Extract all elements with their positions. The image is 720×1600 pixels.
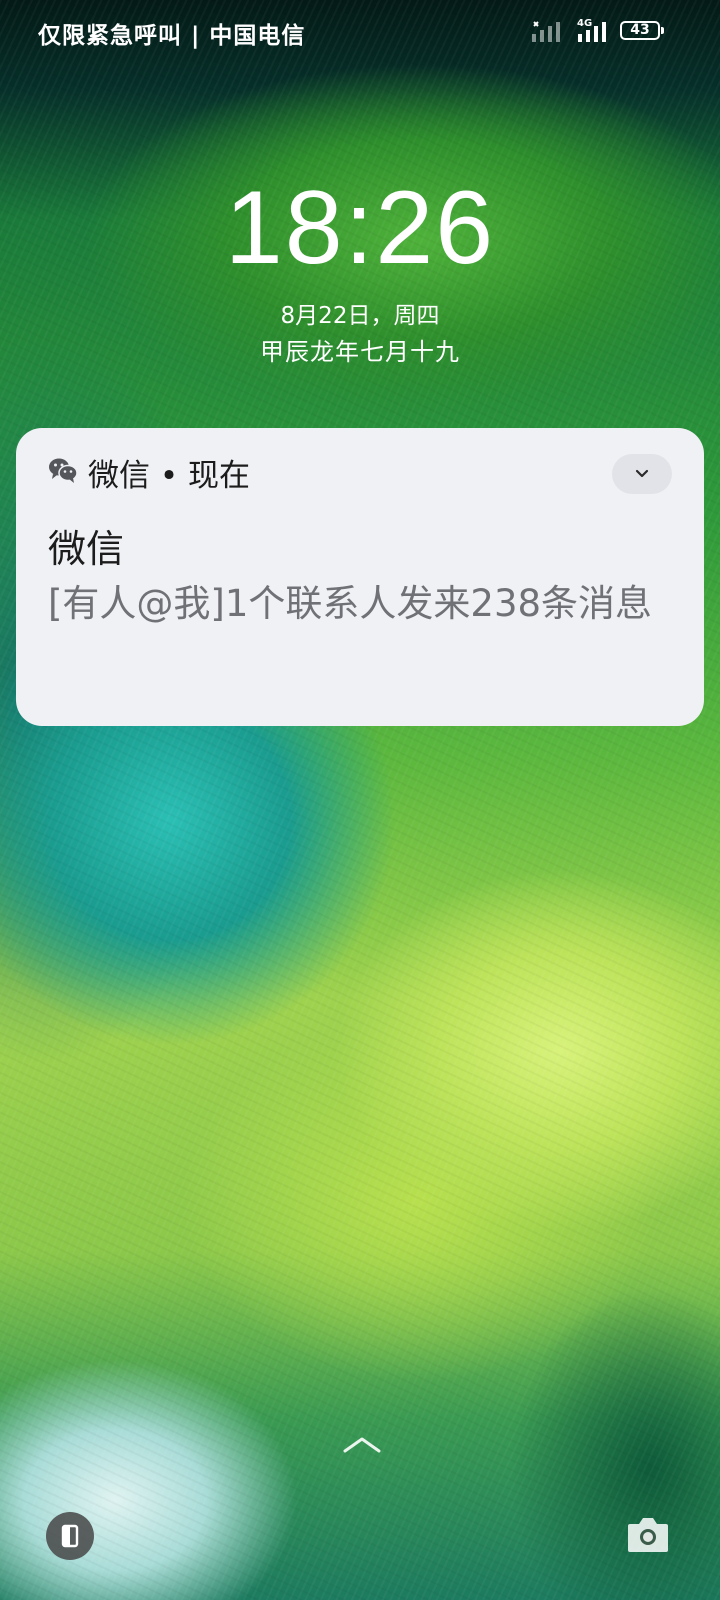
notification-title: 微信 xyxy=(48,527,125,571)
notification-body: [有人@我]1个联系人发来238条消息 xyxy=(48,582,653,625)
signal-icon-sim2 xyxy=(578,22,606,42)
carrier-label: 仅限紧急呼叫 | 中国电信 xyxy=(38,23,306,49)
camera-icon[interactable] xyxy=(626,1514,670,1554)
chevron-up-icon[interactable] xyxy=(342,1434,382,1454)
chevron-down-icon xyxy=(635,469,649,478)
notification-header: 微信 • 现在 xyxy=(88,458,250,494)
left-shortcut-button[interactable] xyxy=(46,1512,94,1560)
lock-clock: 18:26 xyxy=(224,170,496,286)
battery-icon: 43 xyxy=(620,21,664,40)
signal-icon-sim1-no-service xyxy=(532,21,560,42)
lock-date: 8月22日，周四 xyxy=(280,303,440,329)
wechat-notification-card[interactable]: 微信 • 现在 微信 [有人@我]1个联系人发来238条消息 xyxy=(16,428,704,726)
wechat-icon xyxy=(49,458,78,483)
lock-screen: 仅限紧急呼叫 | 中国电信 4G 43 18:26 8月22日，周四 甲辰龙年七… xyxy=(0,0,720,1600)
expand-notification-button[interactable] xyxy=(612,454,672,494)
status-bar: 仅限紧急呼叫 | 中国电信 4G 43 xyxy=(0,0,720,64)
phone-shortcut-icon xyxy=(61,1524,79,1548)
lunar-date: 甲辰龙年七月十九 xyxy=(260,338,460,366)
